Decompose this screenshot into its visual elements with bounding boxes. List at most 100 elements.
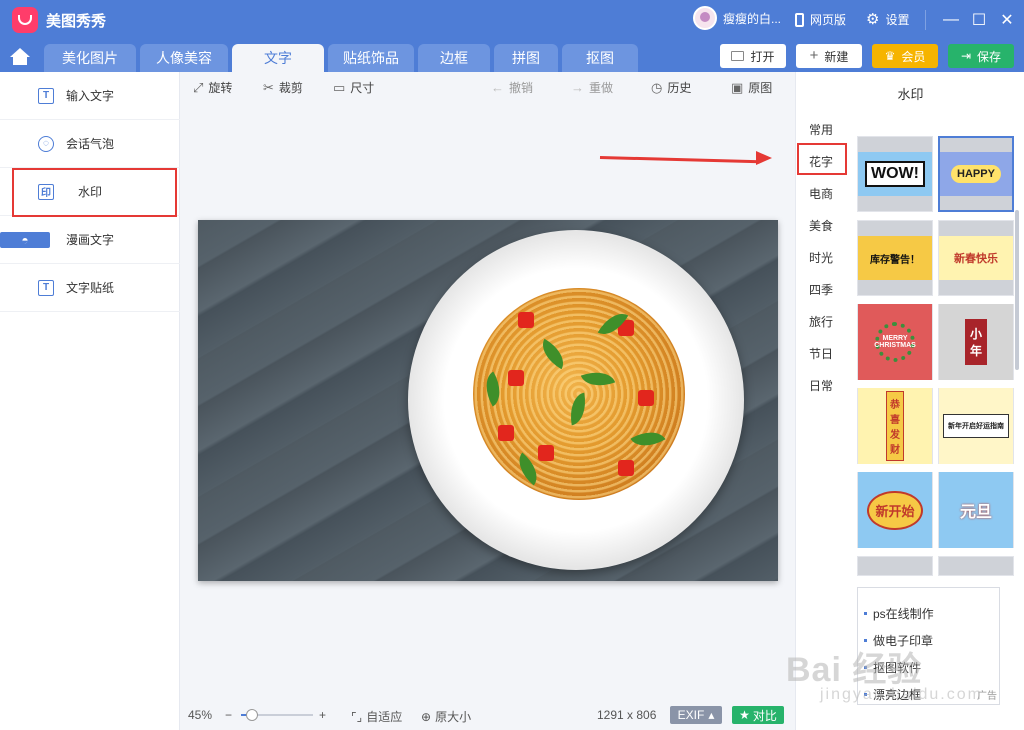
tool-speech-bubble[interactable]: ◌ 会话气泡 xyxy=(0,120,180,168)
title-bar: 美图秀秀 瘦瘦的白... 网页版 ⚙ 设置 — ☐ ✕ xyxy=(0,0,1024,40)
thumb-preview: MERRY CHRISTMAS xyxy=(858,304,932,380)
phone-icon xyxy=(795,12,804,27)
tab-label: 抠图 xyxy=(586,50,614,66)
watermark-thumb[interactable]: 元旦 xyxy=(938,472,1014,548)
tool-label: 漫画文字 xyxy=(66,233,115,247)
zoom-in-button[interactable]: + xyxy=(319,708,326,722)
redo-button[interactable]: → 重做 xyxy=(571,79,613,96)
app-title: 美图秀秀 xyxy=(46,13,107,30)
crop-button[interactable]: ✂ 裁剪 xyxy=(263,79,303,96)
thumb-preview: WOW! xyxy=(858,152,932,196)
ad-link[interactable]: ps在线制作 xyxy=(864,605,934,622)
thumb-preview: 小年 xyxy=(939,304,1013,380)
image-dimensions: 1291 x 806 xyxy=(597,708,657,722)
save-button[interactable]: ⇥ 保存 xyxy=(948,44,1014,68)
actual-size-label: 原大小 xyxy=(435,710,472,724)
new-label: 新建 xyxy=(824,49,849,64)
settings-label: 设置 xyxy=(885,13,910,27)
tab-frames[interactable]: 边框 xyxy=(418,44,490,72)
watermark-thumb[interactable]: WOW! xyxy=(857,136,933,212)
thumb-preview: 库存警告！ xyxy=(858,236,932,280)
rotate-label: 旋转 xyxy=(208,81,233,95)
caret-up-icon: ▴ xyxy=(708,708,715,722)
thumb-text: 库存警告！ xyxy=(870,254,920,266)
scrollbar[interactable] xyxy=(1015,210,1019,370)
watermark-thumb[interactable] xyxy=(938,556,1014,576)
category-travel[interactable]: 旅行 xyxy=(796,313,846,330)
text-sticker-icon: T xyxy=(38,279,54,296)
divider xyxy=(925,10,926,30)
compare-button[interactable]: ★ 对比 xyxy=(732,706,784,724)
fit-icon: ⌜⌟ xyxy=(351,709,363,724)
zoom-slider[interactable] xyxy=(241,709,313,721)
maximize-button[interactable]: ☐ xyxy=(968,9,990,31)
open-button[interactable]: 打开 xyxy=(720,44,786,68)
thumb-text: HAPPY xyxy=(951,165,1001,183)
watermark-thumb[interactable]: 恭喜发财 xyxy=(857,388,933,464)
undo-button[interactable]: ← 撤销 xyxy=(491,79,533,96)
category-time[interactable]: 时光 xyxy=(796,249,846,266)
watermark-url: jingyan.baidu.com xyxy=(820,686,983,703)
category-daily[interactable]: 日常 xyxy=(796,377,846,394)
rotate-button[interactable]: ⤢ 旋转 xyxy=(193,79,232,96)
edited-photo[interactable] xyxy=(198,220,778,581)
thumb-preview: HAPPY xyxy=(940,152,1012,196)
home-icon[interactable] xyxy=(10,48,30,66)
thumb-text: 新春快乐 xyxy=(954,253,998,265)
minimize-button[interactable]: — xyxy=(940,9,962,31)
tab-label: 文字 xyxy=(264,50,292,66)
tab-collage[interactable]: 拼图 xyxy=(494,44,558,72)
tool-input-text[interactable]: T 输入文字 xyxy=(0,72,180,120)
size-label: 尺寸 xyxy=(350,81,375,95)
tool-text-sticker[interactable]: T 文字贴纸 xyxy=(0,264,180,312)
tab-label: 贴纸饰品 xyxy=(343,50,399,66)
main-tab-bar: 美化图片 人像美容 文字 贴纸饰品 边框 拼图 抠图 打开 + 新建 ♛ 会员 … xyxy=(0,40,1024,72)
compare-label: 对比 xyxy=(752,708,777,723)
settings-button[interactable]: ⚙ 设置 xyxy=(866,11,909,28)
close-button[interactable]: ✕ xyxy=(996,9,1018,31)
zoom-out-button[interactable]: − xyxy=(225,708,232,722)
scissors-icon: ✂ xyxy=(263,79,274,95)
watermark-thumb[interactable]: 小年 xyxy=(938,304,1014,380)
category-holiday[interactable]: 节日 xyxy=(796,345,846,362)
watermark-thumb[interactable]: 新春快乐 xyxy=(938,220,1014,296)
tab-cutout[interactable]: 抠图 xyxy=(562,44,638,72)
thumb-preview: 恭喜发财 xyxy=(858,388,932,464)
thumb-preview: 新春快乐 xyxy=(939,236,1013,280)
category-food[interactable]: 美食 xyxy=(796,217,846,234)
tomato xyxy=(638,390,654,406)
thumb-text: 新开始 xyxy=(867,490,923,530)
vip-button[interactable]: ♛ 会员 xyxy=(872,44,938,68)
magnifier-icon: ⊕ xyxy=(421,709,432,724)
watermark-thumb[interactable]: 库存警告！ xyxy=(857,220,933,296)
watermark-thumb[interactable]: 新开始 xyxy=(857,472,933,548)
watermark-thumb[interactable]: 新年开启好运指南 xyxy=(938,388,1014,464)
user-menu[interactable]: 瘦瘦的白... xyxy=(693,6,781,30)
fit-button[interactable]: ⌜⌟ 自适应 xyxy=(351,708,402,725)
tab-stickers[interactable]: 贴纸饰品 xyxy=(328,44,414,72)
watermark-thumb[interactable] xyxy=(857,556,933,576)
tab-portrait[interactable]: 人像美容 xyxy=(140,44,228,72)
baidu-watermark: Bai 经验 xyxy=(786,651,923,689)
original-button[interactable]: ▣ 原图 xyxy=(731,79,772,96)
category-ecommerce[interactable]: 电商 xyxy=(796,185,846,202)
exif-button[interactable]: EXIF ▴ xyxy=(670,706,722,724)
web-version-button[interactable]: 网页版 xyxy=(795,11,846,28)
watermark-thumb[interactable]: MERRY CHRISTMAS xyxy=(857,304,933,380)
resize-button[interactable]: ▭ 尺寸 xyxy=(333,79,374,96)
category-seasons[interactable]: 四季 xyxy=(796,281,846,298)
zoom-slider-knob[interactable] xyxy=(245,709,258,721)
tool-label: 会话气泡 xyxy=(66,137,115,151)
status-bar: 45% − + ⌜⌟ 自适应 ⊕ 原大小 1291 x 806 EXIF ▴ ★ 对比 xyxy=(181,700,795,730)
tab-text[interactable]: 文字 xyxy=(232,44,324,72)
history-button[interactable]: ◷ 历史 xyxy=(651,79,691,96)
tab-beautify[interactable]: 美化图片 xyxy=(44,44,136,72)
watermark-thumb[interactable]: HAPPY xyxy=(938,136,1014,212)
tool-comic-text[interactable]: ◓ 漫画文字 xyxy=(0,216,180,264)
highlight-box xyxy=(12,168,177,217)
resize-icon: ▭ xyxy=(333,79,346,95)
category-common[interactable]: 常用 xyxy=(796,121,846,138)
fit-label: 自适应 xyxy=(366,710,403,724)
new-button[interactable]: + 新建 xyxy=(796,44,862,68)
actual-size-button[interactable]: ⊕ 原大小 xyxy=(421,708,471,725)
